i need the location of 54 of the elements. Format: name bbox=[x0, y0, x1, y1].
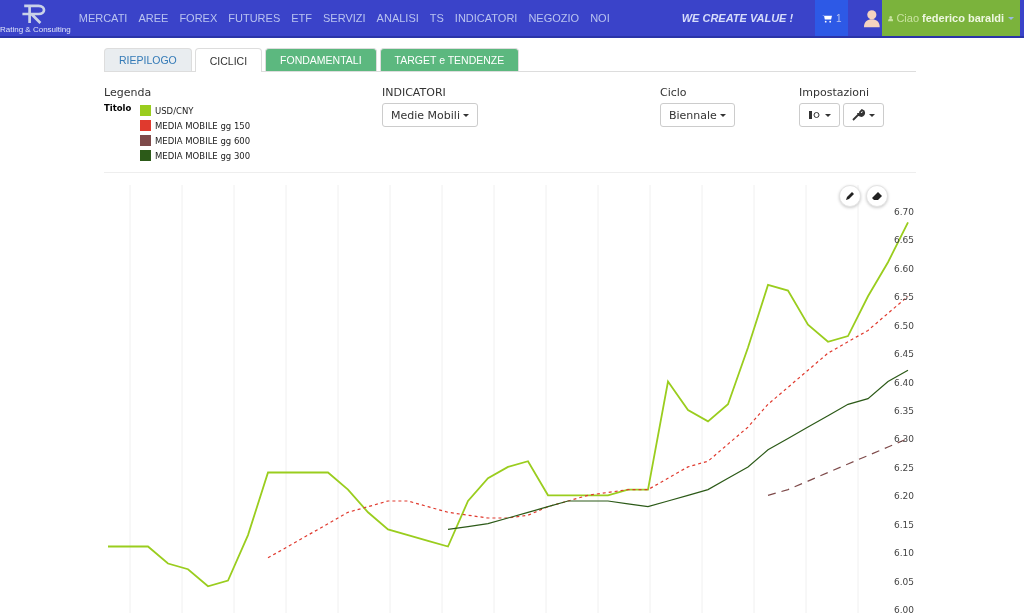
nav-link[interactable]: FOREX bbox=[179, 12, 218, 24]
y-axis-label: 6.10 bbox=[894, 548, 915, 559]
cart-icon bbox=[821, 13, 833, 23]
cart-button[interactable]: 1 bbox=[815, 0, 849, 36]
tab[interactable]: FONDAMENTALI bbox=[265, 48, 377, 71]
nav-link[interactable]: TS bbox=[429, 12, 444, 24]
tab[interactable]: TARGET e TENDENZE bbox=[379, 48, 520, 71]
y-axis-label: 6.70 bbox=[894, 207, 915, 217]
slogan: WE CREATE VALUE ! bbox=[681, 12, 795, 24]
y-axis-label: 6.00 bbox=[894, 605, 915, 613]
y-axis-label: 6.35 bbox=[894, 406, 915, 416]
y-axis-label: 6.45 bbox=[894, 349, 915, 360]
indicators-label: INDICATORI bbox=[382, 86, 447, 99]
y-axis-label: 6.20 bbox=[894, 491, 915, 502]
y-axis-label: 6.55 bbox=[894, 292, 915, 303]
y-axis-label: 6.25 bbox=[894, 462, 915, 473]
user-menu-button[interactable]: Ciao federico baraldi bbox=[882, 0, 1020, 36]
cycle-dropdown[interactable]: Biennale bbox=[660, 103, 735, 127]
pencil-button[interactable] bbox=[839, 185, 861, 207]
nav-link[interactable]: SERVIZI bbox=[323, 12, 366, 24]
user-icon bbox=[888, 13, 894, 23]
legend-label: MEDIA MOBILE gg 150 bbox=[155, 120, 251, 131]
cycle-label: Ciclo bbox=[660, 86, 688, 99]
eraser-button[interactable] bbox=[866, 185, 888, 207]
nav-link[interactable]: ANALISI bbox=[376, 12, 419, 24]
tools-dropdown[interactable] bbox=[843, 103, 884, 127]
y-axis-label: 6.30 bbox=[894, 434, 915, 445]
logo-caption: Rating & Consulting bbox=[0, 24, 71, 34]
y-axis-label: 6.05 bbox=[894, 576, 915, 587]
y-axis-label: 6.15 bbox=[894, 519, 915, 530]
nav-link[interactable]: MERCATI bbox=[78, 12, 128, 24]
tab[interactable]: CICLICI bbox=[194, 48, 263, 72]
settings-label: Impostazioni bbox=[799, 86, 871, 99]
y-axis-label: 6.60 bbox=[894, 263, 915, 274]
chart-type-dropdown[interactable] bbox=[799, 103, 840, 127]
y-axis-label: 6.40 bbox=[894, 377, 915, 388]
legend-title: Legenda bbox=[104, 86, 153, 99]
tab[interactable]: RIEPILOGO bbox=[104, 48, 192, 71]
y-axis-label: 6.50 bbox=[894, 320, 915, 331]
legend-label: MEDIA MOBILE gg 600 bbox=[155, 135, 251, 146]
nav-link[interactable]: NEGOZIO bbox=[528, 12, 580, 24]
nav-link[interactable]: INDICATORI bbox=[454, 12, 518, 24]
pencil-icon bbox=[844, 190, 856, 202]
bar-circle-icon bbox=[808, 110, 822, 120]
nav-link[interactable]: ETF bbox=[291, 12, 312, 24]
nav-link[interactable]: FUTURES bbox=[228, 12, 281, 24]
legend-row-label: Titolo bbox=[104, 103, 133, 115]
legend-label: USD/CNY bbox=[155, 105, 194, 116]
wrench-icon bbox=[852, 109, 866, 121]
indicators-dropdown[interactable]: Medie Mobili bbox=[382, 103, 478, 127]
legend-label: MEDIA MOBILE gg 300 bbox=[155, 150, 251, 161]
nav-link[interactable]: AREE bbox=[138, 12, 169, 24]
nav-link[interactable]: NOI bbox=[590, 12, 610, 24]
eraser-icon bbox=[871, 190, 883, 202]
